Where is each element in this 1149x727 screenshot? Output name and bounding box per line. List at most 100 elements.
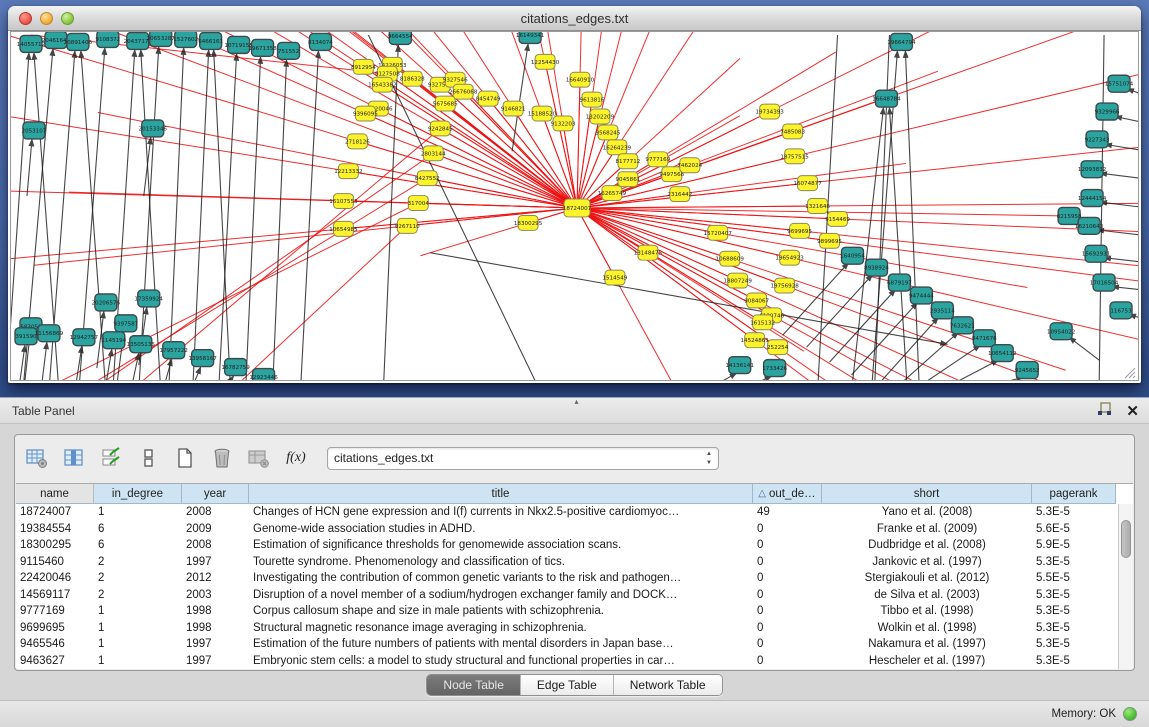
graph-node-label: 9327546 <box>443 78 468 84</box>
graph-node-label: 8454749 <box>476 97 501 103</box>
cell-in_degree: 1 <box>94 504 182 521</box>
column-header-out_degree[interactable]: △out_de… <box>753 484 822 504</box>
table-row[interactable]: 1456911722003Disruption of a novel membe… <box>16 587 1133 604</box>
table-body: 1872400712008Changes of HCN gene express… <box>16 504 1133 669</box>
tab-node-table[interactable]: Node Table <box>427 675 521 695</box>
cell-in_degree: 6 <box>94 521 182 538</box>
table-row[interactable]: 1938455462009Genome-wide association stu… <box>16 521 1133 538</box>
cell-in_degree: 1 <box>94 653 182 670</box>
tab-edge-table[interactable]: Edge Table <box>521 675 614 695</box>
column-header-in_degree[interactable]: in_degree <box>94 484 182 504</box>
cell-name: 9465546 <box>16 636 94 653</box>
graph-node-label: 751552 <box>278 49 299 55</box>
delete-table-icon[interactable] <box>210 446 234 470</box>
graph-node-label: 15692931 <box>1082 252 1111 258</box>
table-panel-header[interactable]: ▴ Table Panel ✕ <box>0 398 1149 424</box>
cell-year: 2008 <box>182 504 249 521</box>
cell-out_degree: 0 <box>753 587 822 604</box>
graph-node-label: 16782759 <box>221 365 250 371</box>
table-header-row: namein_degreeyeartitle△out_de…shortpager… <box>16 484 1133 504</box>
table-browser: f(x) citations_edges.txt ▲▼ namein_degre… <box>14 434 1135 671</box>
memory-status-icon[interactable] <box>1123 707 1137 721</box>
graph-node-label: 9568245 <box>596 130 621 136</box>
cell-in_degree: 1 <box>94 636 182 653</box>
column-header-year[interactable]: year <box>182 484 249 504</box>
close-panel-icon[interactable]: ✕ <box>1126 404 1139 420</box>
graph-node-label: 16074877 <box>793 181 822 187</box>
graph-node-label: 8471676 <box>972 336 997 342</box>
graph-node-label: 12942757 <box>70 335 99 341</box>
graph-node-label: 8427552 <box>415 176 440 182</box>
table-row[interactable]: 977716911998Corpus callosum shape and si… <box>16 603 1133 620</box>
cell-short: Hescheler et al. (1997) <box>822 653 1032 670</box>
float-panel-icon[interactable] <box>1097 402 1112 422</box>
cell-pagerank: 5.3E-5 <box>1032 554 1116 571</box>
table-row[interactable]: 1872400712008Changes of HCN gene express… <box>16 504 1133 521</box>
resize-grip-icon[interactable] <box>1125 368 1135 378</box>
column-header-pagerank[interactable]: pagerank <box>1032 484 1116 504</box>
table-panel: ▴ Table Panel ✕ <box>0 397 1149 727</box>
graph-node-label: 15751074 <box>1105 82 1134 88</box>
graph-node-label: 317004 <box>408 201 430 207</box>
import-table-icon[interactable] <box>247 446 271 470</box>
cell-pagerank: 5.3E-5 <box>1032 587 1116 604</box>
graph-node-label: 18724007 <box>563 206 592 212</box>
cell-name: 9777169 <box>16 603 94 620</box>
select-column-icon[interactable] <box>62 446 86 470</box>
table-row[interactable]: 1830029562008Estimation of significance … <box>16 537 1133 554</box>
cell-name: 9699695 <box>16 620 94 637</box>
graph-node-label: 8267110 <box>395 224 420 230</box>
table-options-icon[interactable] <box>25 446 49 470</box>
graph-node-label: 13505135 <box>127 342 156 348</box>
cell-short: Dudbridge et al. (2008) <box>822 537 1032 554</box>
column-header-name[interactable]: name <box>16 484 94 504</box>
graph-node-label: 9613816 <box>580 98 605 104</box>
status-bar: Memory: OK <box>0 700 1149 727</box>
row-height-icon[interactable] <box>136 446 160 470</box>
vertical-scrollbar[interactable] <box>1118 504 1133 669</box>
graph-node-label: 16640910 <box>566 78 595 84</box>
cell-title: Changes of HCN gene expression and I(f) … <box>249 504 753 521</box>
cell-name: 22420046 <box>16 570 94 587</box>
table-row[interactable]: 946362711997Embryonic stem cells: a mode… <box>16 653 1133 670</box>
graph-node-label: 2053107 <box>22 128 47 134</box>
table-row[interactable]: 946554611997Estimation of the future num… <box>16 636 1133 653</box>
cell-year: 1997 <box>182 554 249 571</box>
cell-year: 1998 <box>182 620 249 637</box>
table-source-select[interactable]: citations_edges.txt ▲▼ <box>327 447 719 470</box>
cell-pagerank: 5.3E-5 <box>1032 636 1116 653</box>
cell-name: 18724007 <box>16 504 94 521</box>
column-header-short[interactable]: short <box>822 484 1032 504</box>
graph-node-label: 12093832 <box>1078 167 1106 173</box>
graph-node-label: 6466161 <box>198 39 223 45</box>
graph-node-label: 13148475 <box>634 251 663 257</box>
graph-node-label: 19664794 <box>887 40 916 46</box>
tab-network-table[interactable]: Network Table <box>614 675 722 695</box>
graph-node-label: 20206576 <box>92 300 121 306</box>
graph-node-label: 10954022 <box>1047 329 1075 335</box>
table-row[interactable]: 969969511998Structural magnetic resonanc… <box>16 620 1133 637</box>
column-header-title[interactable]: title <box>249 484 753 504</box>
cell-short: de Silva et al. (2003) <box>822 587 1032 604</box>
select-rows-check-icon[interactable] <box>99 446 123 470</box>
graph-node-label: 1615132 <box>750 320 775 326</box>
network-canvas[interactable]: 8912954142260539127508165433828186328932… <box>10 31 1139 381</box>
splitter-handle-icon[interactable]: ▴ <box>575 397 579 406</box>
graph-node-label: 12444154 <box>1078 196 1107 202</box>
graph-node-label: 8186328 <box>400 77 425 83</box>
graph-node-label: 2718126 <box>345 139 370 145</box>
graph-node-label: 10688609 <box>716 257 745 263</box>
cell-short: Stergiakouli et al. (2012) <box>822 570 1032 587</box>
scrollbar-thumb[interactable] <box>1121 520 1131 558</box>
network-window-titlebar[interactable]: citations_edges.txt <box>8 6 1141 31</box>
graph-node-label: 9227343 <box>1085 137 1110 143</box>
graph-node-label: 13958167 <box>188 356 217 362</box>
function-builder-icon[interactable]: f(x) <box>284 446 308 470</box>
create-table-icon[interactable] <box>173 446 197 470</box>
graph-node-label: 9108372 <box>95 37 120 43</box>
cell-title: Embryonic stem cells: a model to study s… <box>249 653 753 670</box>
table-row[interactable]: 911546021997Tourette syndrome. Phenomeno… <box>16 554 1133 571</box>
cell-year: 2008 <box>182 537 249 554</box>
graph-node-label: 13202209 <box>586 115 615 121</box>
table-row[interactable]: 2242004622012Investigating the contribut… <box>16 570 1133 587</box>
